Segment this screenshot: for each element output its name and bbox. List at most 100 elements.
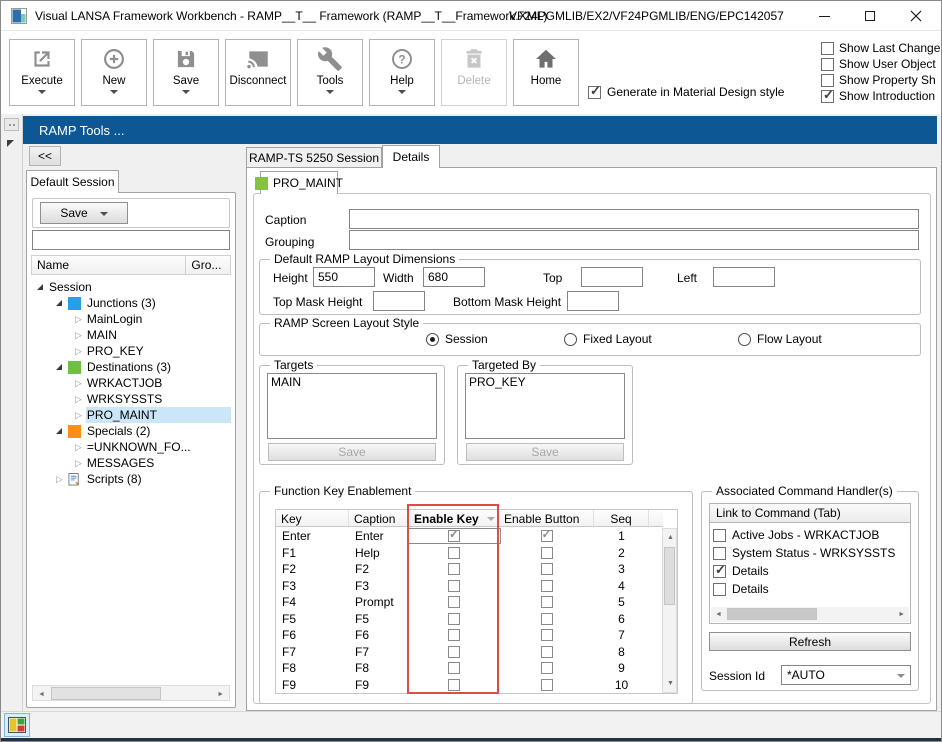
- material-design-checkbox[interactable]: ✓: [588, 86, 601, 99]
- save-button[interactable]: Save: [153, 39, 219, 106]
- disconnect-button[interactable]: Disconnect: [225, 39, 291, 106]
- enable-button-checkbox[interactable]: [541, 613, 553, 625]
- enable-key-checkbox[interactable]: [448, 662, 460, 674]
- scroll-right-icon[interactable]: ►: [217, 691, 224, 698]
- show-option-3[interactable]: Show Property Sh: [821, 73, 942, 87]
- scroll-right-icon[interactable]: ►: [898, 611, 905, 618]
- fkey-enable-button-cell[interactable]: [499, 563, 594, 575]
- splitter-grip-icon[interactable]: [4, 118, 19, 131]
- grouping-input[interactable]: [349, 230, 919, 250]
- tab-pro-maint[interactable]: PRO_MAINT: [260, 171, 338, 194]
- material-design-checkbox-row[interactable]: ✓ Generate in Material Design style: [588, 85, 784, 99]
- tree-item-destinations-3-[interactable]: Destinations (3): [31, 359, 231, 375]
- fkey-enable-key-cell[interactable]: [409, 679, 499, 691]
- fkey-enable-key-cell[interactable]: [409, 662, 499, 674]
- tree-item-session[interactable]: Session: [31, 279, 231, 295]
- enable-button-checkbox[interactable]: [541, 580, 553, 592]
- dropdown-caret-icon[interactable]: [182, 90, 190, 94]
- close-button[interactable]: [893, 1, 939, 31]
- maximize-button[interactable]: [847, 1, 893, 31]
- command-handler-item-4[interactable]: Details: [710, 580, 910, 598]
- height-input[interactable]: [313, 267, 375, 287]
- save-dropdown-caret-icon[interactable]: [100, 212, 108, 216]
- show-option-checkbox[interactable]: [821, 74, 834, 87]
- fkey-column-caption[interactable]: Caption: [349, 510, 409, 528]
- radio-icon[interactable]: [564, 333, 577, 346]
- handler-hscrollbar[interactable]: ◄ ►: [711, 607, 909, 622]
- fkey-enable-button-cell[interactable]: [499, 646, 594, 658]
- tree-item-scripts-8-[interactable]: ▷Scripts (8): [31, 471, 231, 487]
- fkey-column-seq[interactable]: Seq: [594, 510, 649, 528]
- fkey-row-f1[interactable]: F1Help2: [276, 545, 663, 562]
- command-handler-item-3[interactable]: ✓Details: [710, 562, 910, 580]
- targets-save-button[interactable]: Save: [268, 443, 436, 461]
- fkey-column-key[interactable]: Key: [276, 510, 349, 528]
- fkey-enable-key-cell[interactable]: [409, 580, 499, 592]
- enable-key-checkbox[interactable]: [448, 679, 460, 691]
- command-handler-checkbox[interactable]: ✓: [713, 565, 726, 578]
- scroll-thumb[interactable]: [727, 608, 817, 620]
- fkey-enable-button-cell[interactable]: [499, 679, 594, 691]
- minimize-button[interactable]: [801, 1, 847, 31]
- enable-button-checkbox[interactable]: [541, 563, 553, 575]
- tab-ramp-ts-5250-session[interactable]: RAMP-TS 5250 Session: [246, 147, 382, 168]
- tab-default-session[interactable]: Default Session: [26, 170, 119, 193]
- collapse-triangle-icon[interactable]: [7, 140, 14, 147]
- collapsed-triangle-icon[interactable]: ▷: [75, 346, 82, 356]
- radio-fixed-layout[interactable]: Fixed Layout: [564, 332, 652, 346]
- tree-item-specials-2-[interactable]: Specials (2): [31, 423, 231, 439]
- fkey-row-f5[interactable]: F5F56: [276, 611, 663, 628]
- left-input[interactable]: [713, 267, 775, 287]
- dropdown-caret-icon[interactable]: [110, 90, 118, 94]
- fkey-enable-key-cell[interactable]: [409, 613, 499, 625]
- execute-button[interactable]: Execute: [9, 39, 75, 106]
- enable-button-checkbox[interactable]: [541, 662, 553, 674]
- command-handler-checkbox[interactable]: [713, 547, 726, 560]
- refresh-button[interactable]: Refresh: [709, 632, 911, 651]
- enable-button-checkbox[interactable]: [541, 547, 553, 559]
- fkey-enable-button-cell[interactable]: [499, 580, 594, 592]
- enable-key-checkbox[interactable]: [448, 580, 460, 592]
- show-option-checkbox[interactable]: ✓: [821, 90, 834, 103]
- enable-button-checkbox[interactable]: [541, 629, 553, 641]
- fkey-row-f3[interactable]: F3F34: [276, 578, 663, 595]
- targeted-by-list-item[interactable]: PRO_KEY: [469, 375, 621, 389]
- top-input[interactable]: [581, 267, 643, 287]
- home-button[interactable]: Home: [513, 39, 579, 106]
- targets-list-item[interactable]: MAIN: [271, 375, 433, 389]
- session-save-split-button[interactable]: Save: [40, 202, 128, 224]
- fkey-vscrollbar[interactable]: ▲ ▼: [662, 528, 677, 693]
- enable-button-checkbox[interactable]: ✓: [541, 530, 553, 542]
- scroll-up-icon[interactable]: ▲: [667, 534, 674, 541]
- top-mask-height-input[interactable]: [373, 291, 425, 311]
- tree-column-grouping[interactable]: Gro...: [186, 256, 230, 274]
- expanded-triangle-icon[interactable]: [56, 428, 62, 434]
- session-filter-input[interactable]: [32, 230, 230, 250]
- fkey-enable-button-cell[interactable]: ✓: [499, 530, 594, 542]
- tree-item-wrkactjob[interactable]: ▷WRKACTJOB: [31, 375, 231, 391]
- fkey-enable-key-cell[interactable]: [409, 646, 499, 658]
- collapsed-triangle-icon[interactable]: ▷: [75, 410, 82, 420]
- tab-details[interactable]: Details: [382, 145, 440, 168]
- command-handler-checkbox[interactable]: [713, 529, 726, 542]
- fkey-enable-key-cell[interactable]: ✓: [409, 530, 499, 542]
- fkey-row-f8[interactable]: F8F89: [276, 660, 663, 677]
- fkey-enable-key-cell[interactable]: [409, 547, 499, 559]
- fkey-row-f9[interactable]: F9F910: [276, 677, 663, 694]
- fkey-column-enable-key[interactable]: Enable Key: [409, 510, 499, 528]
- command-handler-checkbox[interactable]: [713, 583, 726, 596]
- enable-key-checkbox[interactable]: [448, 613, 460, 625]
- tree-item--unknown-fo-[interactable]: ▷=UNKNOWN_FO...: [31, 439, 231, 455]
- scroll-down-icon[interactable]: ▼: [667, 680, 674, 687]
- scroll-thumb[interactable]: [51, 687, 161, 700]
- targets-list[interactable]: MAIN: [267, 373, 437, 439]
- command-handler-item-2[interactable]: System Status - WRKSYSSTS: [710, 544, 910, 562]
- fkey-row-f2[interactable]: F2F23: [276, 561, 663, 578]
- enable-key-checkbox[interactable]: [448, 629, 460, 641]
- framework-colors-icon[interactable]: [4, 713, 30, 737]
- fkey-row-f4[interactable]: F4Prompt5: [276, 594, 663, 611]
- show-option-1[interactable]: Show Last Change: [821, 41, 942, 55]
- fkey-enable-button-cell[interactable]: [499, 662, 594, 674]
- tree-item-junctions-3-[interactable]: Junctions (3): [31, 295, 231, 311]
- new-button[interactable]: New: [81, 39, 147, 106]
